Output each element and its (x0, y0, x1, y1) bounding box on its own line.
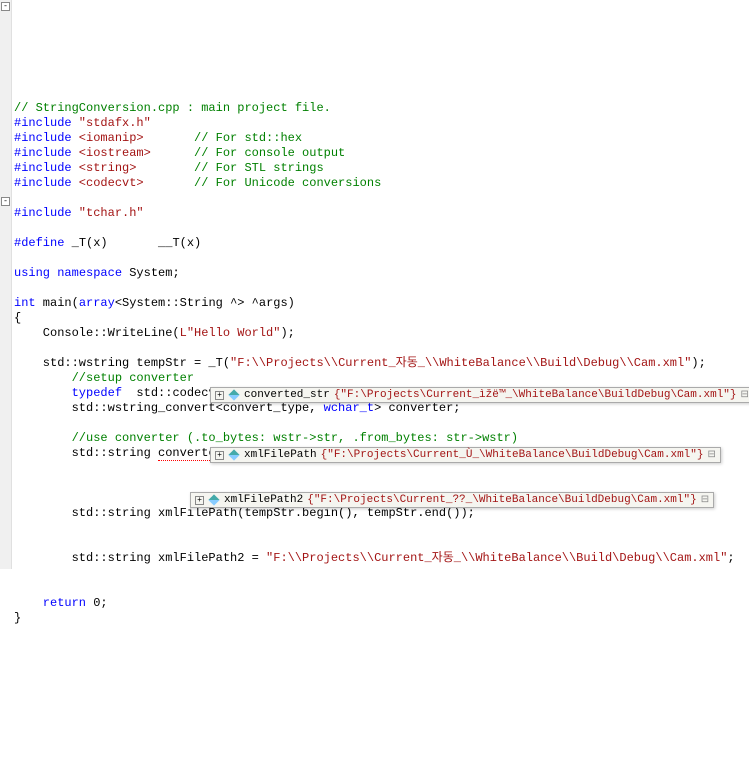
string-literal: "F:\\Projects\\Current_자동_\\WhiteBalance… (266, 551, 727, 565)
code-line: std::wstring tempStr = _T( (14, 356, 230, 370)
include-kw: #include (14, 146, 72, 160)
keyword: typedef (14, 386, 122, 400)
code-line: > converter; (374, 401, 460, 415)
brace: { (14, 311, 21, 325)
expand-icon[interactable]: + (215, 391, 224, 400)
tooltip-var-name: xmlFilePath (244, 449, 317, 461)
fn-args: <System::String ^> ^args) (115, 296, 295, 310)
code-line: std::string xmlFilePath(tempStr.begin(),… (14, 506, 475, 520)
code-line: ); (280, 326, 294, 340)
include-kw: #include (14, 116, 72, 130)
tooltip-var-value: {"F:\Projects\Current_Ù_\WhiteBalance\Bu… (321, 449, 704, 461)
tooltip-var-name: xmlFilePath2 (224, 494, 303, 506)
include-path: <iomanip> (72, 131, 144, 145)
expand-icon[interactable]: + (215, 451, 224, 460)
code-line: ; (727, 551, 734, 565)
include-kw: #include (14, 161, 72, 175)
include-path: "stdafx.h" (72, 116, 151, 130)
code-line: std::string xmlFilePath2 = (14, 551, 266, 565)
comment: // StringConversion.cpp : main project f… (14, 101, 331, 115)
type: wchar_t (324, 401, 374, 415)
keyword: array (79, 296, 115, 310)
comment: //setup converter (14, 371, 194, 385)
pin-icon[interactable]: ⊟ (741, 389, 749, 401)
string-literal: L"Hello World" (180, 326, 281, 340)
string-literal: "F:\\Projects\\Current_자동_\\WhiteBalance… (230, 356, 691, 370)
define-body: _T(x) __T(x) (64, 236, 201, 250)
debug-tooltip[interactable]: + xmlFilePath {"F:\Projects\Current_Ù_\W… (210, 447, 721, 463)
comment: //use converter (.to_bytes: wstr->str, .… (14, 431, 518, 445)
comment: // For STL strings (136, 161, 323, 175)
code-line: std::string (14, 446, 158, 460)
include-kw: #include (14, 131, 72, 145)
return-val: 0; (86, 596, 108, 610)
fn-name: main( (36, 296, 79, 310)
include-path: "tchar.h" (72, 206, 144, 220)
comment: // For std::hex (144, 131, 302, 145)
fold-gutter: - - (0, 0, 12, 569)
keyword: using (14, 266, 50, 280)
pin-icon[interactable]: ⊟ (701, 494, 709, 506)
tooltip-var-value: {"F:\Projects\Current_ìžë™_\WhiteBalance… (334, 389, 737, 401)
code-editor[interactable]: // StringConversion.cpp : main project f… (14, 84, 749, 626)
code-line: Console::WriteLine( (14, 326, 180, 340)
fold-marker[interactable]: - (1, 2, 10, 11)
debug-tooltip[interactable]: + xmlFilePath2 {"F:\Projects\Current_??_… (190, 492, 714, 508)
keyword: namespace (50, 266, 122, 280)
variable-icon (228, 449, 239, 460)
pin-icon[interactable]: ⊟ (708, 449, 716, 461)
expand-icon[interactable]: + (195, 496, 204, 505)
variable-icon (208, 494, 219, 505)
tooltip-var-value: {"F:\Projects\Current_??_\WhiteBalance\B… (307, 494, 696, 506)
include-kw: #include (14, 206, 72, 220)
tooltip-var-name: converted_str (244, 389, 330, 401)
comment: // For console output (151, 146, 345, 160)
code-line: std::wstring_convert<convert_type, (14, 401, 324, 415)
include-path: <iostream> (72, 146, 151, 160)
define-kw: #define (14, 236, 64, 250)
debug-tooltip[interactable]: + converted_str {"F:\Projects\Current_ìž… (210, 387, 749, 403)
code-line: ); (691, 356, 705, 370)
variable-icon (228, 389, 239, 400)
include-kw: #include (14, 176, 72, 190)
comment: // For Unicode conversions (144, 176, 382, 190)
fold-marker[interactable]: - (1, 197, 10, 206)
include-path: <codecvt> (72, 176, 144, 190)
ns-name: System; (122, 266, 180, 280)
keyword: return (14, 596, 86, 610)
keyword: int (14, 296, 36, 310)
include-path: <string> (72, 161, 137, 175)
brace: } (14, 611, 21, 625)
